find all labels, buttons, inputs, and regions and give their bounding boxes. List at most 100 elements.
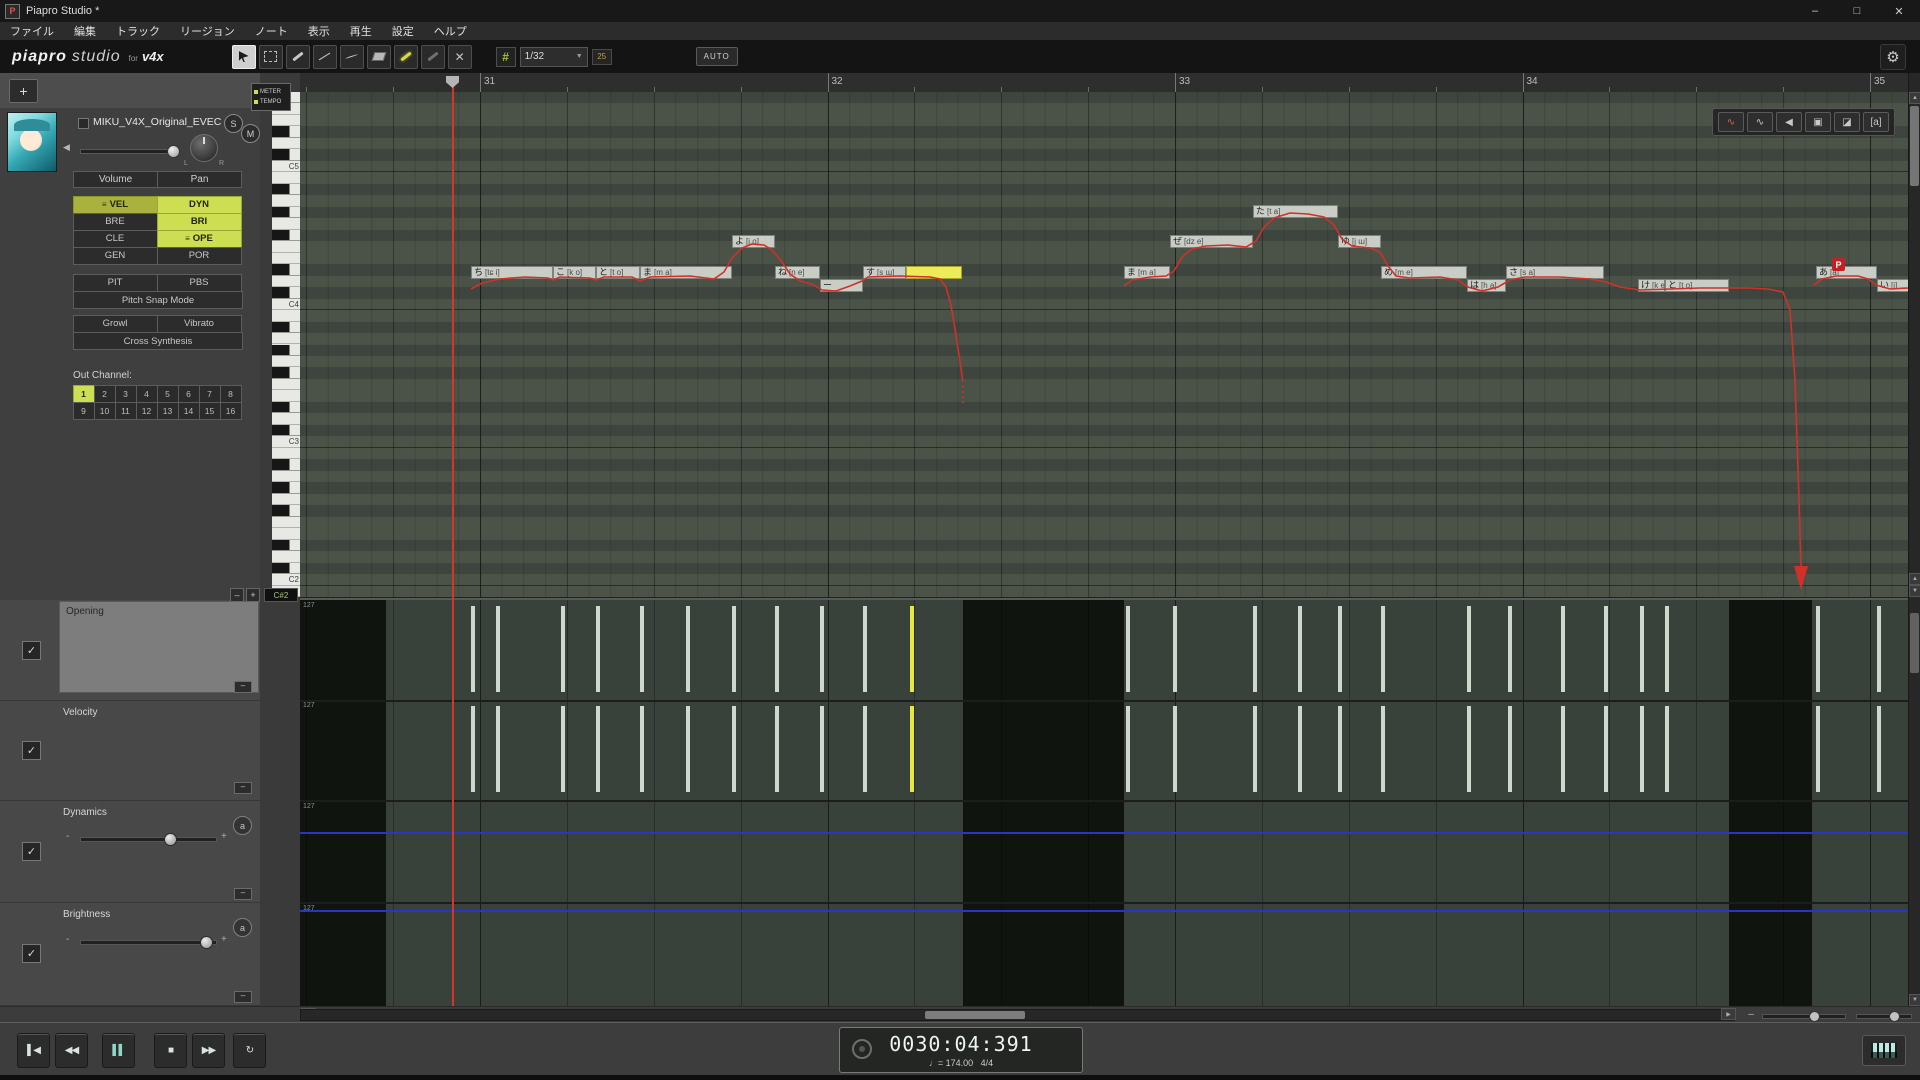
piano-key-52[interactable] [272,390,300,401]
piano-key-36[interactable]: C2 [272,574,300,585]
menu-item-7[interactable]: 設定 [382,23,424,39]
piano-key-38[interactable] [272,551,300,562]
note[interactable]: ま[m a] [640,266,732,279]
velocity-bar[interactable] [640,606,644,692]
note-selected[interactable] [906,266,962,279]
note[interactable]: け[k e] [1638,279,1665,292]
pan-tab[interactable]: Pan [157,171,242,188]
velocity-bar[interactable] [1126,706,1130,792]
velocity-bar[interactable] [1338,606,1342,692]
out-channel-1[interactable]: 1 [73,385,95,403]
velocity-bar[interactable] [775,706,779,792]
out-channel-2[interactable]: 2 [94,385,116,403]
velocity-bar[interactable] [1604,606,1608,692]
menu-item-6[interactable]: 再生 [340,23,382,39]
velocity-bar[interactable] [596,606,600,692]
out-channel-14[interactable]: 14 [178,402,200,420]
pan-knob[interactable] [190,134,218,162]
maximize-button[interactable]: □ [1836,0,1878,22]
piano-key-61[interactable] [272,287,300,298]
roll-scroll-thumb[interactable] [1910,106,1919,186]
forward-button[interactable]: ▶▶ [192,1033,225,1068]
velocity-bar[interactable] [1508,706,1512,792]
eraser-tool[interactable] [367,45,391,69]
velocity-bar[interactable] [686,706,690,792]
slider-plus-label[interactable]: + [221,831,227,842]
velocity-bar[interactable] [1816,706,1820,792]
vertical-scrollbar[interactable]: ▲ ▲ ▼ ▼ [1908,73,1920,1006]
velocity-bar[interactable] [863,706,867,792]
velocity-bar-selected[interactable] [910,706,914,792]
velocity-bar[interactable] [640,706,644,792]
piano-key-60[interactable]: C4 [272,299,300,310]
note[interactable]: め[m e] [1381,266,1467,279]
menu-item-8[interactable]: ヘルプ [424,23,477,39]
auto-button[interactable]: AUTO [696,47,738,66]
lyric-edit-button[interactable]: ◪ [1834,112,1860,132]
piano-key-56[interactable] [272,345,300,356]
out-channel-12[interactable]: 12 [136,402,158,420]
velocity-bar[interactable] [686,606,690,692]
out-channel-7[interactable]: 7 [199,385,221,403]
velocity-bar[interactable] [1877,706,1881,792]
draw-disabled-tool[interactable] [421,45,445,69]
scroll-down-icon[interactable]: ▼ [1909,585,1920,597]
velocity-bar[interactable] [1640,606,1644,692]
collapse-lane-button[interactable]: – [234,991,252,1003]
add-track-button[interactable]: + [9,79,38,103]
param-pbs-button[interactable]: PBS [157,274,242,292]
pencil-tool[interactable] [286,45,310,69]
velocity-bar[interactable] [863,606,867,692]
piano-key-49[interactable] [272,425,300,436]
lane-scroll-thumb[interactable] [1910,613,1919,673]
velocity-bar[interactable] [1665,706,1669,792]
out-channel-5[interactable]: 5 [157,385,179,403]
grid-snap-icon[interactable]: # [496,47,516,67]
velocity-bar[interactable] [1561,606,1565,692]
piano-key-39[interactable] [272,540,300,551]
velocity-bar[interactable] [1665,606,1669,692]
note[interactable]: あ[a] [1816,266,1877,279]
out-channel-4[interactable]: 4 [136,385,158,403]
velocity-bar[interactable] [1467,706,1471,792]
scroll-up-icon[interactable]: ▲ [1909,92,1920,104]
velocity-bar[interactable] [1640,706,1644,792]
velocity-bar[interactable] [1298,606,1302,692]
stop-button[interactable]: ■ [154,1033,187,1068]
piano-key-51[interactable] [272,402,300,413]
piano-key-44[interactable] [272,482,300,493]
pitch-line-button[interactable]: ∿ [1718,112,1744,132]
velocity-bar[interactable] [820,706,824,792]
horizontal-scrollbar[interactable] [300,1009,1735,1021]
param-pit-button[interactable]: PIT [73,274,158,292]
virtual-keyboard-button[interactable] [1862,1035,1906,1066]
velocity-bar[interactable] [561,606,565,692]
note[interactable]: ゆ[j ɯ] [1338,235,1381,248]
piano-key-47[interactable] [272,448,300,459]
param-ope-button[interactable]: ≡OPE [157,230,242,248]
piano-key-50[interactable] [272,413,300,424]
velocity-bar-selected[interactable] [910,606,914,692]
velocity-bar[interactable] [1253,606,1257,692]
velocity-bar[interactable] [496,706,500,792]
piano-key-40[interactable] [272,528,300,539]
piano-key-73[interactable] [272,149,300,160]
pitch-draw-button[interactable]: ∿ [1747,112,1773,132]
velocity-bar[interactable] [1604,706,1608,792]
note[interactable]: は[h a] [1467,279,1506,292]
out-channel-3[interactable]: 3 [115,385,137,403]
velocity-bar[interactable] [775,606,779,692]
volume-slider[interactable] [80,149,177,154]
note[interactable]: さ[s a] [1506,266,1604,279]
velocity-bar[interactable] [1173,606,1177,692]
piano-key-59[interactable] [272,310,300,321]
scroll-down-icon[interactable]: ▼ [1909,994,1920,1006]
measure-ruler[interactable]: 3132333435 [300,73,1908,93]
vibrato-button[interactable]: Vibrato [157,315,242,333]
piano-key-71[interactable] [272,172,300,183]
skip-start-button[interactable]: ▌◀ [17,1033,50,1068]
piano-key-74[interactable] [272,138,300,149]
piano-key-42[interactable] [272,505,300,516]
note[interactable]: よ[j o] [732,235,775,248]
slider-minus-label[interactable]: - [66,831,69,842]
